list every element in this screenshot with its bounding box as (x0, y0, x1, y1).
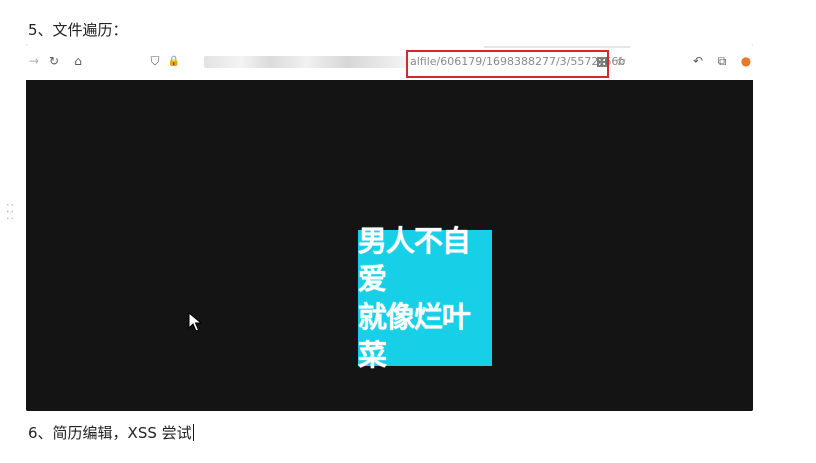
heading-resume-xss-text: 6、简历编辑，XSS 尝试 (28, 424, 192, 442)
home-icon[interactable]: ⌂ (70, 53, 86, 69)
sticker-line-2: 就像烂叶菜 (358, 300, 471, 372)
undo-icon[interactable]: ↶ (690, 53, 706, 69)
forward-icon[interactable]: → (26, 53, 42, 69)
reload-icon[interactable]: ↻ (46, 53, 62, 69)
lock-icon[interactable]: 🔒 (166, 53, 182, 69)
drag-handle-icon[interactable]: ⁚⁚ ⁚⁚ (6, 203, 18, 221)
shield-icon[interactable]: ⛉ (147, 53, 163, 69)
heading-file-traversal: 5、文件遍历： (28, 21, 128, 39)
mouse-cursor-icon (188, 312, 202, 332)
heading-resume-xss: 6、简历编辑，XSS 尝试 (28, 422, 194, 443)
url-highlight-box (406, 50, 609, 78)
url-blurred-region (204, 56, 409, 68)
text-caret (192, 424, 194, 441)
qr-code-icon[interactable] (597, 57, 607, 67)
extension-icon[interactable]: ⧉ (714, 53, 730, 69)
profile-icon[interactable]: ● (738, 53, 753, 69)
sticker-line-1: 男人不自爱 (358, 224, 471, 296)
browser-toolbar: → ↻ ⌂ ⛉ 🔒 alfile/606179/1698388277/3/557… (26, 44, 753, 81)
tab-indicator-line (484, 46, 630, 48)
sticker-image: 男人不自爱 就像烂叶菜 (358, 224, 492, 372)
embedded-screenshot: → ↻ ⌂ ⛉ 🔒 alfile/606179/1698388277/3/557… (26, 44, 753, 411)
star-icon[interactable]: ☆ (613, 53, 629, 69)
